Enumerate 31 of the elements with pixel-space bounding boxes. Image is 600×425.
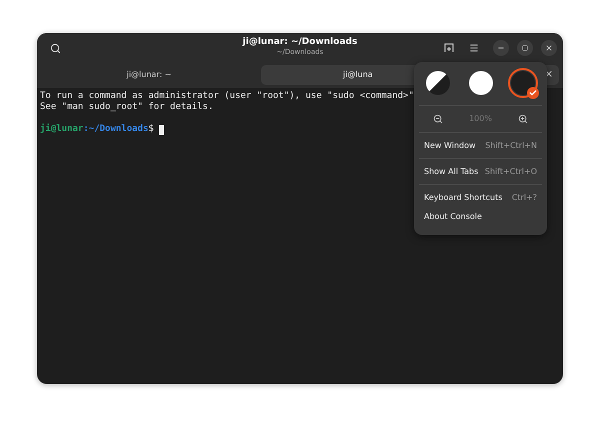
- zoom-out-button[interactable]: [433, 114, 443, 124]
- new-tab-icon: [444, 43, 454, 53]
- menu-item[interactable]: New Window Shift+Ctrl+N: [417, 136, 544, 155]
- menu-icon: [469, 43, 479, 53]
- zoom-in-button[interactable]: [518, 114, 528, 124]
- menu-item-label: About Console: [424, 210, 482, 222]
- search-icon: [50, 42, 60, 54]
- prompt-symbol: $: [148, 124, 154, 135]
- maximize-button[interactable]: [517, 40, 533, 56]
- menu-item-shortcut: Shift+Ctrl+O: [484, 166, 537, 178]
- menu-item[interactable]: About Console: [417, 207, 544, 226]
- close-icon: [545, 44, 553, 52]
- close-button[interactable]: [541, 40, 557, 56]
- terminal-line: To run a command as administrator (user "root"), use "sudo <command>": [40, 91, 414, 102]
- menu-item-label: Show All Tabs: [424, 166, 478, 178]
- tab[interactable]: ji@lunar: ~: [41, 64, 257, 84]
- zoom-out-icon: [433, 114, 443, 124]
- maximize-icon: [522, 45, 528, 51]
- menu-item-label: Keyboard Shortcuts: [424, 192, 502, 204]
- menu-item-shortcut: Ctrl+?: [512, 192, 537, 204]
- window-title: ji@lunar: ~/Downloads: [242, 37, 358, 48]
- menu-item[interactable]: Keyboard Shortcuts Ctrl+?: [417, 188, 544, 207]
- menu-item[interactable]: Show All Tabs Shift+Ctrl+O: [417, 162, 544, 181]
- prompt-user: ji@lunar: [40, 124, 84, 135]
- zoom-in-icon: [518, 114, 528, 124]
- text-cursor: [158, 124, 164, 134]
- menu-item-label: New Window: [424, 140, 476, 152]
- prompt-path: :~/Downloads: [83, 124, 148, 135]
- menu-item-shortcut: Shift+Ctrl+N: [485, 140, 537, 152]
- terminal-line: See "man sudo_root" for details.: [40, 102, 214, 113]
- zoom-level: 100%: [469, 113, 492, 125]
